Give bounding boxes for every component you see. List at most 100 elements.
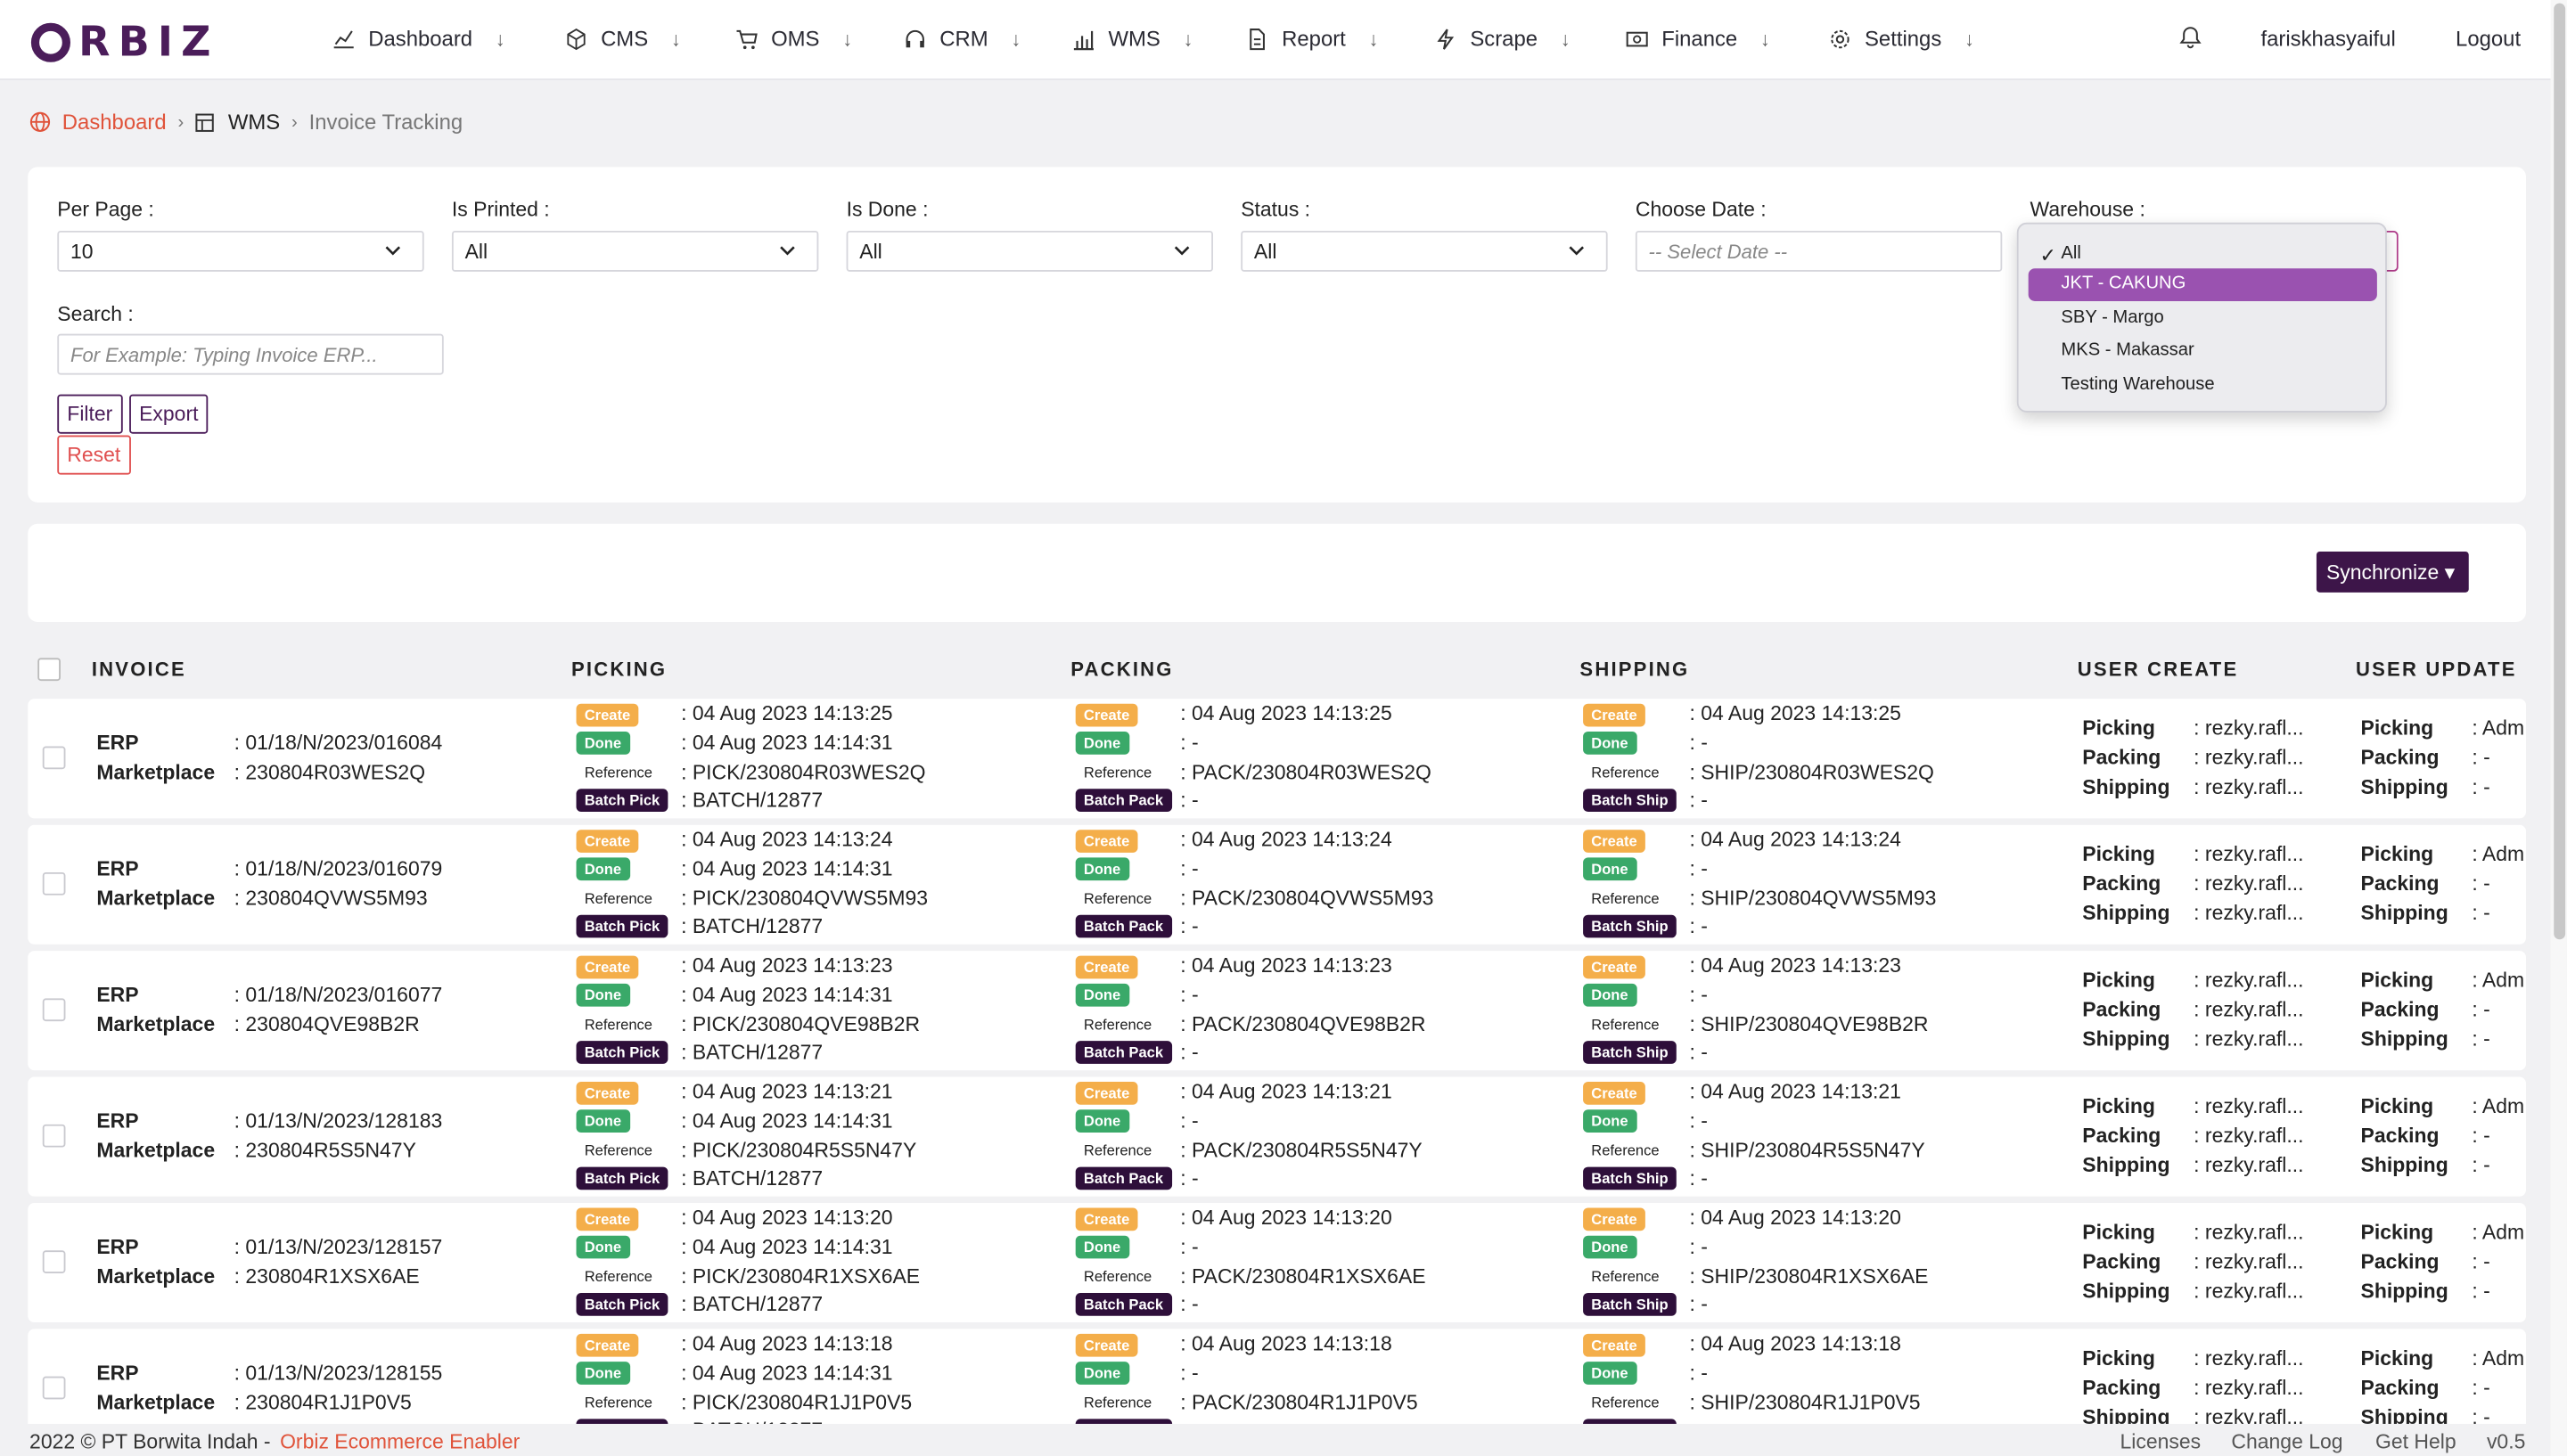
row-checkbox[interactable] (42, 998, 66, 1022)
status-value: All (1253, 240, 1277, 264)
user-update-stage: Packing (2361, 747, 2440, 770)
nav-label: Dashboard (368, 26, 473, 51)
synchronize-button[interactable]: Synchronize ▾ (2316, 551, 2469, 593)
reset-button[interactable]: Reset (57, 435, 131, 475)
shipping-create-time: : 04 Aug 2023 14:13:21 (1689, 1080, 1901, 1103)
per-page-select[interactable]: 10 (57, 230, 424, 272)
nav-settings[interactable]: Settings ↓ (1829, 26, 1974, 51)
shipping-reference: : SHIP/230804R03WES2Q (1689, 761, 1934, 784)
batch-pick-badge: Batch Pick (576, 1041, 668, 1064)
row-checkbox[interactable] (42, 746, 66, 770)
footer-changelog-link[interactable]: Change Log (2231, 1430, 2342, 1453)
logout-link[interactable]: Logout (2456, 26, 2521, 51)
filter-button[interactable]: Filter (57, 394, 123, 434)
picking-batch: : BATCH/12877 (681, 1041, 824, 1064)
row-checkbox[interactable] (42, 1124, 66, 1148)
footer-help-link[interactable]: Get Help (2375, 1430, 2456, 1453)
picking-reference: : PICK/230804R1J1P0V5 (681, 1391, 913, 1414)
erp-label: ERP (96, 1235, 139, 1259)
marketplace-label: Marketplace (96, 1012, 216, 1036)
nav-label: CMS (601, 26, 649, 51)
nav-oms[interactable]: OMS ↓ (735, 26, 852, 51)
packing-create-time: : 04 Aug 2023 14:13:21 (1180, 1080, 1392, 1103)
user-update-stage: Picking (2361, 843, 2434, 866)
footer-brand-link[interactable]: Orbiz Ecommerce Enabler (280, 1430, 520, 1453)
user-update-stage: Packing (2361, 872, 2440, 896)
nav-cms[interactable]: CMS ↓ (565, 26, 681, 51)
nav-report[interactable]: Report ↓ (1246, 26, 1379, 51)
stage-label: Packing (2360, 1250, 2440, 1273)
nav-wms[interactable]: WMS ↓ (1072, 26, 1193, 51)
bell-icon[interactable] (2179, 26, 2202, 49)
user-create-value: : rezky.rafl... (2194, 775, 2304, 799)
logo[interactable]: RBIZ (30, 18, 219, 65)
row-checkbox[interactable] (42, 871, 66, 896)
user-update-stage: Picking (2361, 1095, 2434, 1118)
create-badge: Create (576, 955, 639, 979)
picking-batch: : BATCH/12877 (681, 1292, 824, 1316)
row-checkbox[interactable] (42, 1250, 66, 1273)
footer-licenses-link[interactable]: Licenses (2120, 1430, 2202, 1453)
warehouse-option[interactable]: SBY - Margo (2029, 303, 2377, 336)
breadcrumb-home[interactable]: Dashboard (29, 110, 167, 135)
breadcrumb-section[interactable]: WMS (195, 110, 280, 135)
stage-label: Packing (2360, 1376, 2440, 1400)
packing-create-time: : 04 Aug 2023 14:13:18 (1180, 1332, 1392, 1355)
stage-label: Shipping (2360, 1027, 2448, 1051)
nav-finance[interactable]: Finance ↓ (1626, 26, 1770, 51)
stage-label: Picking (2082, 1346, 2155, 1370)
stage-label: Packing (2082, 871, 2161, 896)
marketplace-value: : 230804QVE98B2R (234, 1012, 420, 1036)
nav-crm[interactable]: CRM ↓ (904, 26, 1021, 51)
chevron-right-icon: › (177, 111, 185, 132)
nav-scrape[interactable]: Scrape ↓ (1434, 26, 1571, 51)
is-done-select[interactable]: All (846, 230, 1213, 272)
export-button[interactable]: Export (129, 394, 209, 434)
table-toolbar (28, 523, 2527, 622)
user-update-stage: Packing (2361, 998, 2440, 1021)
user-update-stage: Shipping (2361, 776, 2448, 799)
user-create-stage: Shipping (2082, 1027, 2169, 1051)
warehouse-option[interactable]: ✓ All (2029, 239, 2377, 272)
picking-done-time: : 04 Aug 2023 14:14:31 (681, 857, 893, 881)
marketplace-label: Marketplace (96, 1391, 216, 1414)
user-update-value: : Adm (2472, 969, 2525, 993)
nav-dashboard[interactable]: Dashboard ↓ (332, 26, 505, 51)
picking-reference: : PICK/230804R5S5N47Y (681, 1139, 917, 1163)
create-badge: Create (1075, 830, 1138, 853)
status-select[interactable]: All (1241, 230, 1608, 272)
stage-label: Packing (2082, 998, 2161, 1022)
picking-batch: : BATCH/12877 (681, 789, 824, 813)
shipping-batch: : - (1689, 914, 1708, 938)
shipping-reference: : SHIP/230804R5S5N47Y (1689, 1139, 1925, 1163)
user-update-stage: Packing (2361, 1377, 2440, 1400)
user-create-stage: Packing (2082, 1377, 2161, 1400)
user-create-stage: Shipping (2082, 902, 2169, 925)
batch-ship-badge: Batch Ship (1583, 1166, 1677, 1190)
shipping-done-time: : - (1689, 857, 1708, 881)
date-input[interactable]: -- Select Date -- (1635, 230, 2003, 272)
packing-done-time: : - (1180, 983, 1199, 1007)
shipping-reference: : SHIP/230804R1J1P0V5 (1689, 1391, 1921, 1414)
select-all-checkbox[interactable] (37, 658, 61, 682)
warehouse-option[interactable]: MKS - Makassar (2029, 336, 2377, 369)
stage-label: Picking (2360, 1221, 2434, 1244)
user-update-value: : - (2472, 746, 2490, 770)
header-user-update: USER UPDATE (2356, 658, 2517, 682)
search-input[interactable]: For Example: Typing Invoice ERP... (57, 333, 444, 375)
batch-pack-badge: Batch Pack (1075, 914, 1172, 938)
warehouse-option[interactable]: Testing Warehouse (2029, 370, 2377, 403)
reference-badge: Reference (1583, 1264, 1668, 1288)
erp-label: ERP (96, 1109, 139, 1133)
scrollbar-thumb[interactable] (2554, 3, 2566, 940)
warehouse-option[interactable]: JKT - CAKUNG (2028, 268, 2377, 301)
marketplace-label: Marketplace (96, 1264, 216, 1288)
user-name[interactable]: fariskhasyaiful (2260, 26, 2395, 51)
reference-badge: Reference (1583, 1391, 1668, 1414)
done-badge: Done (1583, 1362, 1636, 1385)
is-printed-select[interactable]: All (451, 230, 819, 272)
packing-done-time: : - (1180, 857, 1199, 881)
row-checkbox[interactable] (42, 1376, 66, 1400)
breadcrumb-section-label: WMS (227, 110, 281, 135)
packing-batch: : - (1180, 789, 1199, 813)
